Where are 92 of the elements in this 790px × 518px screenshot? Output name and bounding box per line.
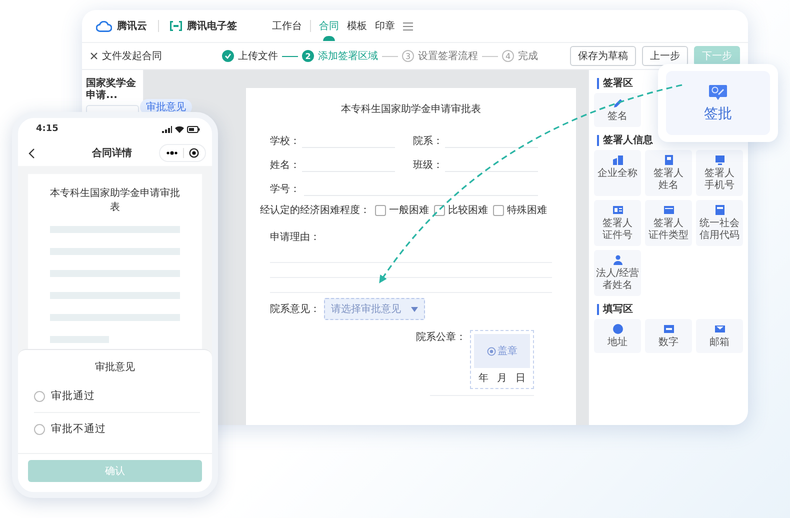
- field-tile[interactable]: 签署人 姓名: [645, 150, 692, 196]
- capsule-menu[interactable]: [159, 144, 206, 162]
- radio-option[interactable]: 审批不通过: [34, 412, 200, 445]
- checkbox[interactable]: 特殊困难: [493, 203, 547, 217]
- step-label: 设置签署流程: [418, 50, 478, 63]
- field-tile[interactable]: 数字: [645, 319, 692, 353]
- close-icon[interactable]: [90, 52, 98, 60]
- nav-tab[interactable]: 印章: [375, 19, 395, 41]
- field-label: 院系：: [413, 134, 443, 148]
- brand-name: 腾讯云: [117, 20, 147, 33]
- field-label: 院系意见：: [270, 302, 320, 316]
- field-tile[interactable]: 签署人 证件号: [594, 200, 641, 246]
- tile-label: 手机号: [704, 180, 734, 192]
- tile-label: 信用代码: [700, 230, 740, 242]
- document-icon: [714, 204, 726, 216]
- field-tile[interactable]: 签署人 证件类型: [645, 200, 692, 246]
- tile-label: 签名: [608, 111, 628, 123]
- step-label: 添加签署区域: [318, 50, 378, 63]
- nav-tab[interactable]: 工作台: [272, 19, 302, 41]
- stamp-field[interactable]: 盖章 年 月 日: [470, 330, 534, 389]
- date-label: 年: [478, 372, 488, 385]
- step-number: 4: [502, 50, 514, 62]
- section-title: 填写区: [597, 304, 743, 315]
- toolbar-button[interactable]: 上一步: [642, 46, 688, 66]
- tile-label: 地址: [608, 337, 628, 349]
- tile-label: 证件类型: [648, 230, 688, 242]
- field-tile[interactable]: 签批: [666, 71, 770, 135]
- cloud-icon: [96, 20, 112, 32]
- envelope-icon: [714, 323, 726, 335]
- logo-icon: [170, 21, 182, 31]
- field-tile[interactable]: 统一社会 信用代码: [696, 200, 743, 246]
- back-icon[interactable]: [28, 148, 35, 158]
- document-title: 本专科生国家助学金申请审批表: [340, 102, 482, 116]
- step-number: 2: [302, 50, 314, 62]
- person-icon: [612, 254, 624, 266]
- tile-label: 签署人: [602, 218, 632, 230]
- wifi-icon: [175, 126, 184, 132]
- tile-label: 法人/经营: [596, 268, 640, 280]
- card-icon: [662, 154, 674, 166]
- tile-label: 签署人: [654, 218, 684, 230]
- pen-icon: [612, 97, 624, 109]
- page-title: 文件发起合同: [102, 50, 162, 63]
- field-label: 班级：: [413, 158, 443, 172]
- step-number: 3: [402, 50, 414, 62]
- date-label: 月: [496, 372, 507, 385]
- target-icon[interactable]: [189, 148, 199, 158]
- field-label: 经认定的经济困难程度：: [260, 204, 370, 217]
- field-tile[interactable]: 签署人 手机号: [696, 150, 743, 196]
- field-label: 院系公章：: [416, 330, 466, 344]
- tile-label: 签署人: [654, 168, 684, 180]
- field-label: 学校：: [270, 134, 300, 148]
- caret-icon: [411, 306, 418, 312]
- field-label: 姓名：: [270, 159, 300, 172]
- screen-title: 合同详情: [91, 146, 133, 160]
- monitor-icon: [714, 154, 726, 166]
- date-label: 日: [516, 372, 526, 385]
- tile-label: 统一社会: [700, 218, 740, 230]
- id-card-icon: [612, 204, 624, 216]
- brand-name: 腾讯电子签: [187, 20, 237, 33]
- radio-option[interactable]: 审批通过: [34, 380, 200, 412]
- checkbox[interactable]: 比较困难: [434, 203, 488, 217]
- field-tile[interactable]: 企业全称: [594, 150, 641, 196]
- approval-icon: [708, 84, 728, 102]
- tile-label: 姓名: [658, 180, 678, 192]
- tile-label: 数字: [658, 337, 678, 349]
- tile-label: 邮箱: [710, 337, 730, 349]
- field-label: 学号：: [270, 183, 300, 196]
- more-icon[interactable]: [166, 151, 178, 155]
- step-label: 完成: [518, 50, 538, 63]
- signal-icon: [162, 126, 172, 132]
- checkbox[interactable]: 一般困难: [375, 203, 429, 217]
- tile-label: 企业全称: [598, 168, 638, 180]
- nav-tab[interactable]: 模板: [347, 19, 367, 41]
- clock: 4:15: [36, 124, 58, 134]
- document-title: 本专科生国家助学金申请审批表: [50, 186, 180, 214]
- field-label: 申请理由：: [270, 230, 320, 244]
- battery-icon: [187, 126, 200, 132]
- tile-label: 证件号: [602, 230, 632, 242]
- menu-icon[interactable]: [403, 22, 413, 30]
- card-icon: [662, 204, 674, 216]
- field-tile[interactable]: 签名: [594, 93, 641, 127]
- tile-label: 签署人: [704, 168, 734, 180]
- tile-label: 者姓名: [602, 280, 632, 292]
- building-icon: [612, 154, 624, 166]
- sheet-title: 审批意见: [94, 360, 136, 375]
- field-tile[interactable]: 地址: [594, 319, 641, 353]
- stamp-icon: [486, 346, 496, 356]
- field-tile[interactable]: 邮箱: [696, 319, 743, 353]
- thumbnail-title: 国家奖学金申请...: [86, 78, 137, 102]
- toolbar-button[interactable]: 保存为草稿: [570, 46, 636, 66]
- field-tile[interactable]: 法人/经营 者姓名: [594, 250, 641, 296]
- step-label: 上传文件: [238, 50, 278, 63]
